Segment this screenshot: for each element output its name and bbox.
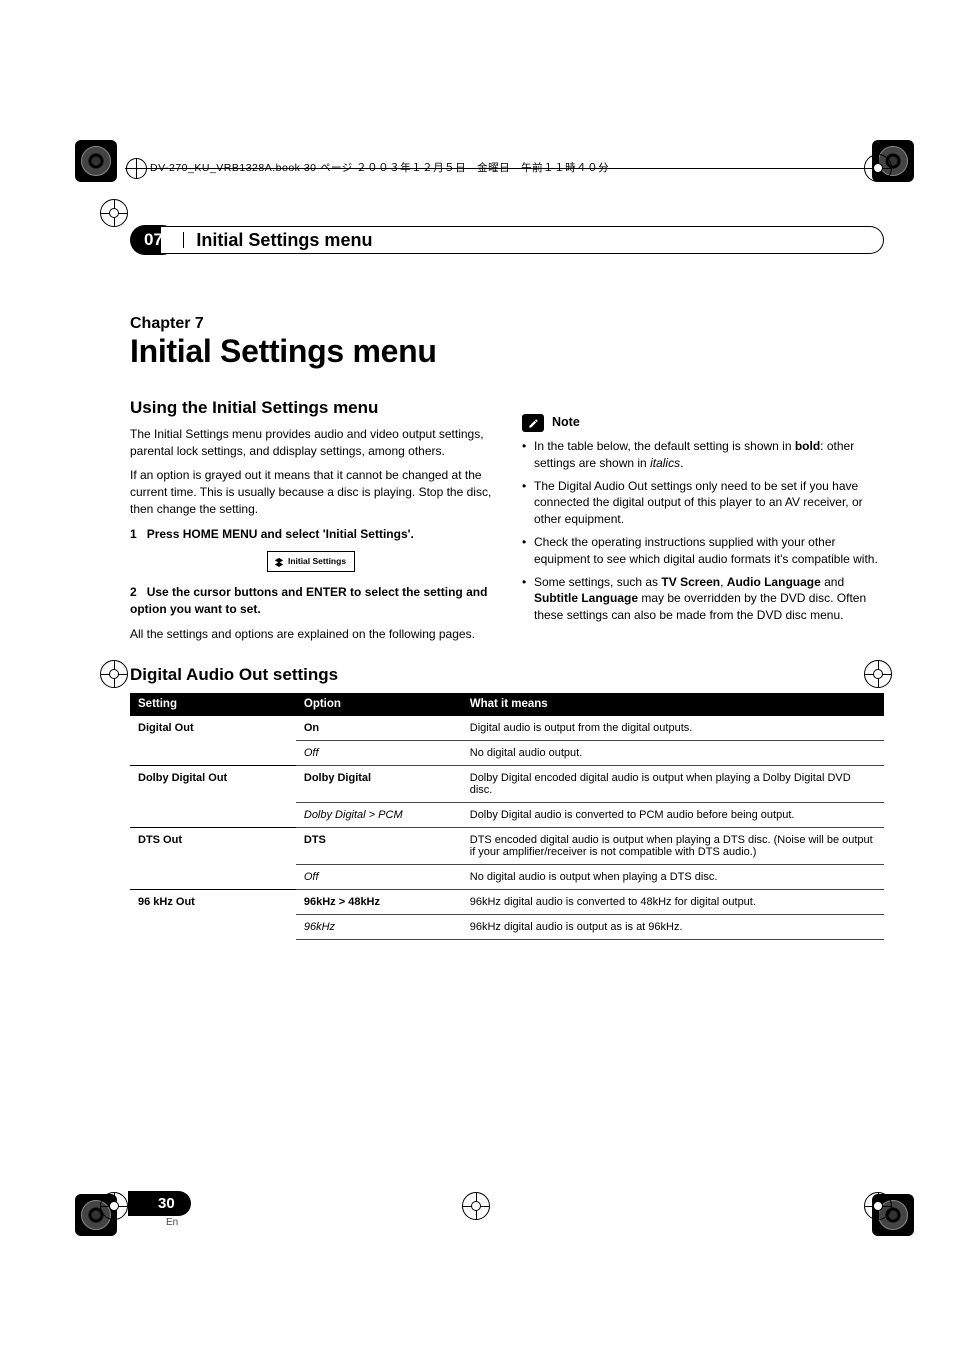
step-text: Use the cursor buttons and ENTER to sele…: [130, 585, 487, 616]
note-bullet-list: In the table below, the default setting …: [522, 438, 884, 624]
chapter-label: Chapter 7: [130, 315, 884, 333]
paragraph: If an option is grayed out it means that…: [130, 467, 492, 517]
table-cell-meaning: Dolby Digital encoded digital audio is o…: [462, 765, 884, 802]
table-cell-setting: [130, 802, 296, 827]
table-row: 96kHz96kHz digital audio is output as is…: [130, 914, 884, 939]
corner-decoration: [75, 140, 117, 182]
table-row: Digital OutOnDigital audio is output fro…: [130, 715, 884, 740]
subhead-using: Using the Initial Settings menu: [130, 396, 492, 420]
text-italic: italics: [650, 456, 680, 470]
table-cell-setting: 96 kHz Out: [130, 889, 296, 914]
registration-mark-icon: [100, 199, 128, 227]
step-1: 1 Press HOME MENU and select 'Initial Se…: [130, 526, 492, 543]
table-cell-option: 96kHz: [296, 914, 462, 939]
settings-table: Setting Option What it means Digital Out…: [130, 693, 884, 940]
table-row: Dolby Digital > PCMDolby Digital audio i…: [130, 802, 884, 827]
text: Some settings, such as: [534, 575, 661, 589]
table-cell-option: Off: [296, 864, 462, 889]
table-cell-option: Off: [296, 740, 462, 765]
text: In the table below, the default setting …: [534, 439, 795, 453]
table-cell-setting: Digital Out: [130, 715, 296, 740]
text-bold: Subtitle Language: [534, 591, 638, 605]
table-cell-option: Dolby Digital: [296, 765, 462, 802]
text: Check the operating instructions supplie…: [534, 535, 878, 566]
note-icon: [522, 414, 544, 432]
table-cell-meaning: Digital audio is output from the digital…: [462, 715, 884, 740]
paragraph: The Initial Settings menu provides audio…: [130, 426, 492, 460]
table-cell-meaning: No digital audio output.: [462, 740, 884, 765]
step-2: 2 Use the cursor buttons and ENTER to se…: [130, 584, 492, 618]
table-row: 96 kHz Out96kHz > 48kHz96kHz digital aud…: [130, 889, 884, 914]
table-cell-setting: DTS Out: [130, 827, 296, 864]
list-item: Check the operating instructions supplie…: [522, 534, 884, 568]
text: .: [680, 456, 683, 470]
note-label: Note: [552, 414, 580, 432]
table-row: OffNo digital audio is output when playi…: [130, 864, 884, 889]
text: ,: [720, 575, 727, 589]
registration-mark-icon: [100, 1192, 128, 1220]
table-header: Setting: [130, 693, 296, 716]
table-row: Dolby Digital OutDolby DigitalDolby Digi…: [130, 765, 884, 802]
table-cell-meaning: No digital audio is output when playing …: [462, 864, 884, 889]
table-header: What it means: [462, 693, 884, 716]
list-item: Some settings, such as TV Screen, Audio …: [522, 574, 884, 624]
table-cell-option: Dolby Digital > PCM: [296, 802, 462, 827]
page-number-ribbon: 30: [128, 1191, 191, 1216]
table-header-row: Setting Option What it means: [130, 693, 884, 716]
table-cell-meaning: 96kHz digital audio is output as is at 9…: [462, 914, 884, 939]
table-cell-meaning: DTS encoded digital audio is output when…: [462, 827, 884, 864]
table-heading: Digital Audio Out settings: [130, 665, 884, 685]
table-cell-setting: [130, 914, 296, 939]
table-cell-option: On: [296, 715, 462, 740]
list-item: In the table below, the default setting …: [522, 438, 884, 472]
text: The Digital Audio Out settings only need…: [534, 479, 863, 527]
step-text: Press HOME MENU and select 'Initial Sett…: [147, 527, 414, 541]
text-bold: bold: [795, 439, 820, 453]
paragraph: All the settings and options are explain…: [130, 626, 492, 643]
table-cell-meaning: 96kHz digital audio is converted to 48kH…: [462, 889, 884, 914]
step-number: 1: [130, 527, 137, 541]
list-item: The Digital Audio Out settings only need…: [522, 478, 884, 528]
table-cell-option: 96kHz > 48kHz: [296, 889, 462, 914]
page-language: En: [166, 1217, 178, 1228]
table-cell-meaning: Dolby Digital audio is converted to PCM …: [462, 802, 884, 827]
step-number: 2: [130, 585, 137, 599]
table-header: Option: [296, 693, 462, 716]
layers-icon: [274, 557, 284, 567]
section-title: Initial Settings menu: [196, 230, 372, 251]
page-title: Initial Settings menu: [130, 333, 884, 370]
table-cell-setting: [130, 740, 296, 765]
initial-settings-chip: Initial Settings: [267, 551, 355, 573]
text-bold: Audio Language: [727, 575, 821, 589]
text-bold: TV Screen: [661, 575, 720, 589]
table-row: DTS OutDTSDTS encoded digital audio is o…: [130, 827, 884, 864]
table-cell-option: DTS: [296, 827, 462, 864]
table-cell-setting: [130, 864, 296, 889]
registration-mark-icon: [100, 660, 128, 688]
left-column: Using the Initial Settings menu The Init…: [130, 396, 492, 651]
text: and: [821, 575, 844, 589]
right-column: Note In the table below, the default set…: [522, 396, 884, 651]
chip-text: Initial Settings: [288, 556, 346, 568]
table-cell-setting: Dolby Digital Out: [130, 765, 296, 802]
section-title-pill: Initial Settings menu: [161, 226, 884, 254]
table-row: OffNo digital audio output.: [130, 740, 884, 765]
pill-separator: [183, 232, 185, 248]
